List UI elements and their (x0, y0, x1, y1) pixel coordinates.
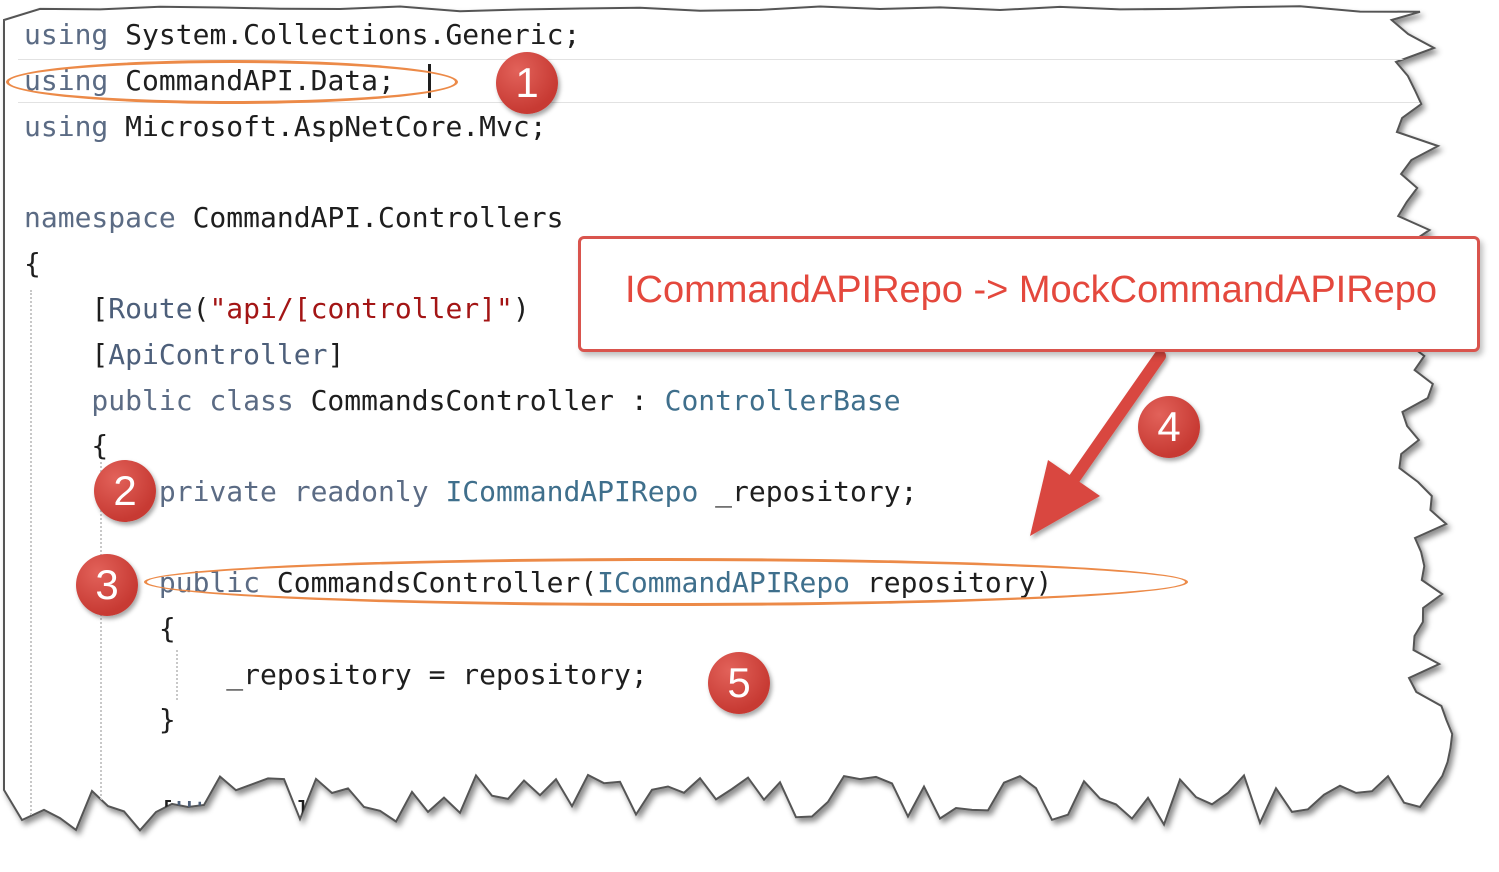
callout-box: ICommandAPIRepo -> MockCommandAPIRepo (578, 236, 1480, 352)
arrow-to-constructor (1030, 350, 1166, 536)
callout-text: ICommandAPIRepo -> MockCommandAPIRepo (625, 269, 1438, 311)
